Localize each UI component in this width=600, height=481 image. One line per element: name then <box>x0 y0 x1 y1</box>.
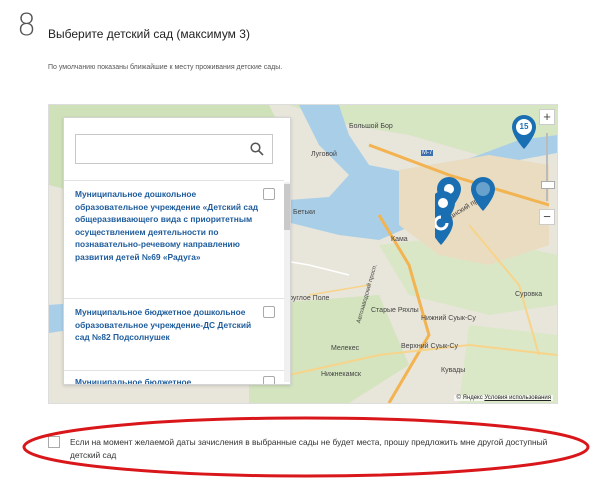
kindergarten-checkbox[interactable] <box>263 376 275 384</box>
map-label-luchevoy: Луговой <box>311 151 337 158</box>
copyright-text: © Яндекс <box>456 395 483 401</box>
marker-badge-count: 15 <box>519 122 529 131</box>
kindergarten-name[interactable]: Муниципальное бюджетное дошкольное образ… <box>75 307 251 342</box>
list-scrollbar-thumb[interactable] <box>284 184 290 230</box>
map-label-nizhny-suk-su: Нижний Суык-Су <box>421 315 476 322</box>
kindergarten-marker-badge[interactable]: 15 <box>511 115 537 151</box>
search-icon[interactable] <box>250 142 264 156</box>
list-divider <box>64 298 284 299</box>
map-label-verkhny-suk-su: Верхний Суык-Су <box>401 343 459 350</box>
map-label-meleks: Мелекес <box>331 345 360 352</box>
kindergarten-checkbox[interactable] <box>263 188 275 200</box>
zoom-slider[interactable] <box>541 133 555 201</box>
search-input[interactable] <box>76 135 248 161</box>
step-title: Выберите детский сад (максимум 3) <box>48 27 250 41</box>
zoom-slider-handle[interactable] <box>541 181 555 189</box>
map-markers-cluster[interactable] <box>435 177 499 257</box>
map-label-bolshoy-bor: Большой Бор <box>349 123 393 130</box>
kindergarten-marker <box>435 211 453 245</box>
step-number: 8 <box>17 8 37 43</box>
map-label-kuvady: Кувады <box>441 367 466 374</box>
list-item[interactable]: Муниципальное бюджетное дошкольное образ… <box>75 306 275 344</box>
search-box[interactable] <box>75 134 273 164</box>
zoom-control[interactable]: + − <box>539 109 555 225</box>
step-hint: По умолчанию показаны ближайшие к месту … <box>48 64 283 71</box>
kindergarten-list-panel: Муниципальное дошкольное образовательное… <box>63 117 291 385</box>
kindergarten-name[interactable]: Муниципальное бюджетное <box>75 377 191 384</box>
map-label-m7: М-7 <box>421 150 434 156</box>
list-divider <box>64 370 284 371</box>
annotation-ellipse <box>22 416 590 478</box>
zoom-in-button[interactable]: + <box>539 109 555 125</box>
map-label-nizhnekamsk: Нижнекамск <box>321 371 361 378</box>
kindergarten-checkbox[interactable] <box>263 306 275 318</box>
map-label-kruglove-pole: Круглое Поле <box>285 295 330 302</box>
kindergarten-map[interactable]: Большой Бор Луговой М-7 Бетьки Кама Каза… <box>48 104 558 404</box>
map-label-kama: Кама <box>391 236 408 243</box>
kindergarten-name[interactable]: Муниципальное дошкольное образовательное… <box>75 189 258 262</box>
list-item[interactable]: Муниципальное бюджетное <box>75 376 275 384</box>
kindergarten-marker <box>471 177 495 211</box>
map-label-sryye-ryukly: Старые Ряхлы <box>371 307 419 314</box>
map-label-surovka: Суровка <box>515 291 543 298</box>
list-divider <box>64 180 284 181</box>
map-label-betki: Бетьки <box>293 209 316 216</box>
zoom-out-button[interactable]: − <box>539 209 555 225</box>
map-copyright: © Яндекс Условия использования <box>454 395 553 401</box>
list-item[interactable]: Муниципальное дошкольное образовательное… <box>75 188 275 263</box>
terms-link[interactable]: Условия использования <box>484 395 551 401</box>
